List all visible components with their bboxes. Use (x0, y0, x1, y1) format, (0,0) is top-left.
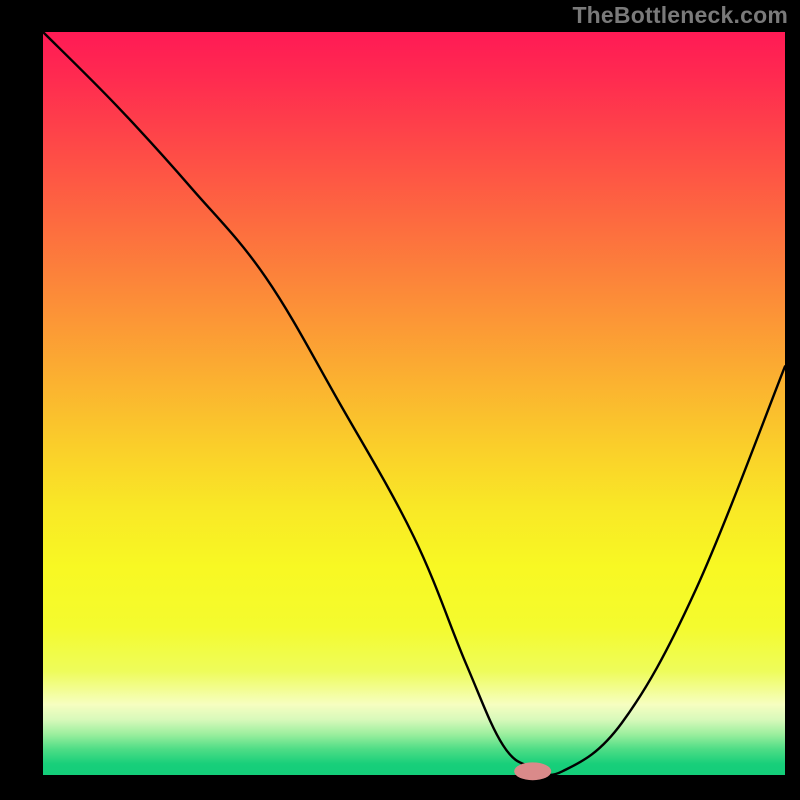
watermark-text: TheBottleneck.com (572, 2, 788, 29)
plot-background (43, 32, 785, 775)
result-marker (514, 762, 551, 780)
chart-frame: TheBottleneck.com (0, 0, 800, 800)
bottleneck-chart (0, 0, 800, 800)
